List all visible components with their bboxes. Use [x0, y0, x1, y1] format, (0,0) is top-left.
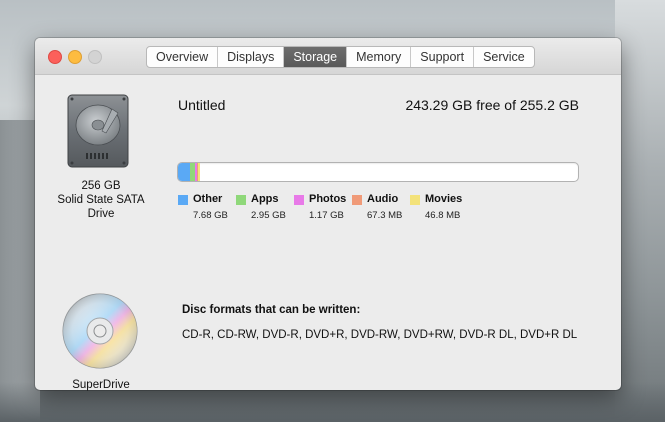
- legend-label: Apps: [251, 193, 279, 205]
- superdrive-caption: SuperDrive: [72, 379, 130, 391]
- tab-support[interactable]: Support: [411, 47, 475, 67]
- legend-swatch: [236, 195, 246, 205]
- legend-size: 46.8 MB: [425, 210, 461, 221]
- volume-name: Untitled: [178, 97, 226, 113]
- volume-free-space: 243.29 GB free of 255.2 GB: [405, 97, 579, 113]
- legend-swatch: [178, 195, 188, 205]
- about-this-mac-window: Overview Displays Storage Memory Support…: [35, 38, 621, 391]
- legend-label: Audio: [367, 193, 399, 205]
- tab-service[interactable]: Service: [474, 47, 534, 67]
- disc-formats-heading: Disc formats that can be written:: [182, 304, 361, 316]
- zoom-button[interactable]: [88, 50, 102, 64]
- drive-caption: 256 GB Solid State SATA Drive: [43, 179, 159, 221]
- title-bar: Overview Displays Storage Memory Support…: [35, 38, 621, 75]
- legend-size: 67.3 MB: [367, 210, 403, 221]
- disc-formats-list: CD-R, CD-RW, DVD-R, DVD+R, DVD-RW, DVD+R…: [182, 329, 578, 341]
- drive-capacity: 256 GB: [81, 180, 121, 192]
- tab-memory[interactable]: Memory: [347, 47, 412, 67]
- desktop-rock-right: [615, 0, 665, 422]
- tab-bar: Overview Displays Storage Memory Support…: [146, 46, 535, 68]
- close-button[interactable]: [48, 50, 62, 64]
- legend-swatch: [294, 195, 304, 205]
- hard-drive-icon: [67, 94, 129, 168]
- legend-label: Photos: [309, 193, 347, 205]
- minimize-button[interactable]: [68, 50, 82, 64]
- legend-label: Movies: [425, 193, 463, 205]
- storage-usage-bar: [177, 162, 579, 182]
- drive-type: Solid State SATA: [57, 194, 145, 206]
- legend-size: 7.68 GB: [193, 210, 228, 221]
- optical-disc-icon: [62, 293, 138, 369]
- tab-storage[interactable]: Storage: [284, 47, 348, 67]
- storage-pane: 256 GB Solid State SATA Drive Untitled 2…: [35, 75, 621, 391]
- tab-overview[interactable]: Overview: [147, 47, 219, 67]
- legend-size: 2.95 GB: [251, 210, 286, 221]
- usage-segment-other: [178, 163, 191, 181]
- legend-size: 1.17 GB: [309, 210, 344, 221]
- drive-type-line2: Drive: [87, 208, 115, 220]
- legend-swatch: [352, 195, 362, 205]
- usage-segment-movies: [198, 163, 200, 181]
- legend-label: Other: [193, 193, 223, 205]
- desktop-rock-left: [0, 120, 40, 422]
- tab-displays[interactable]: Displays: [218, 47, 285, 67]
- legend-swatch: [410, 195, 420, 205]
